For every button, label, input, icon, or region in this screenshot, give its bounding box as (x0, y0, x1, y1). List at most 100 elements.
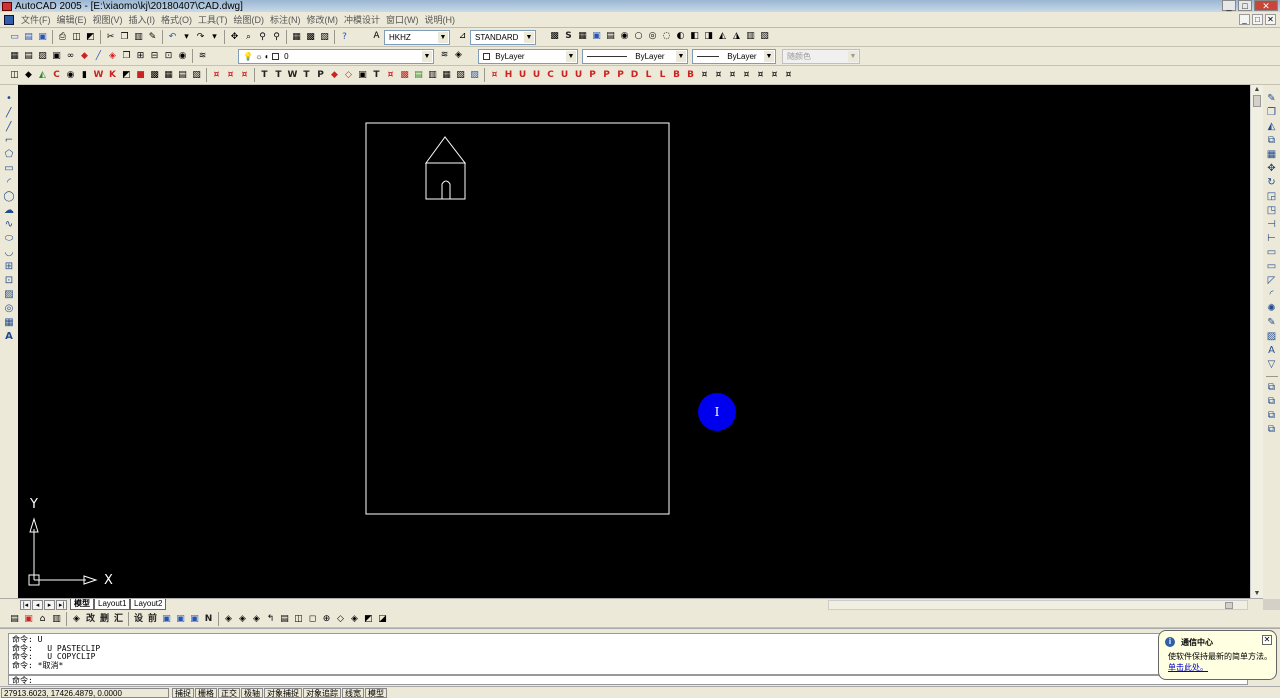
chevron-down-icon[interactable]: ▼ (764, 51, 774, 62)
express-tool-14-icon[interactable]: ◮ (730, 30, 743, 43)
redo-icon[interactable]: ↷ (194, 31, 207, 44)
custom-tool-10-icon[interactable]: ■ (134, 69, 147, 82)
match-properties-icon[interactable]: ✎ (146, 31, 159, 44)
express-tool-15-icon[interactable]: ▥ (744, 30, 757, 43)
new-file-icon[interactable]: ▭ (8, 31, 21, 44)
custom-tool-31-icon[interactable]: ▦ (440, 69, 453, 82)
custom-tool-42-icon[interactable]: P (600, 69, 613, 82)
make-current-layer-icon[interactable]: ≋ (438, 49, 451, 62)
custom-tool-2-icon[interactable]: ◆ (22, 69, 35, 82)
vertical-scroll-thumb[interactable] (1253, 95, 1261, 107)
color-combo[interactable]: ByLayer ▼ (478, 49, 578, 64)
snap-tool-18-icon[interactable]: ↰ (264, 613, 277, 626)
break-icon[interactable]: ▭ (1266, 261, 1278, 273)
construction-line-icon[interactable]: ╱ (3, 121, 15, 133)
express-tool-8-icon[interactable]: ◎ (646, 30, 659, 43)
tab-layout2[interactable]: Layout2 (130, 599, 167, 610)
notification-link[interactable]: 单击此处。 (1168, 662, 1208, 673)
chevron-down-icon[interactable]: ▼ (676, 51, 686, 62)
doc-minimize-button[interactable]: _ (1239, 14, 1250, 25)
zoom-window-icon[interactable]: ⚲ (256, 31, 269, 44)
menu-insert[interactable]: 插入(I) (126, 13, 159, 26)
dimension-style-icon[interactable]: ⊿ (456, 30, 469, 43)
design-center-icon[interactable]: ▩ (304, 31, 317, 44)
custom-tool-13-icon[interactable]: ▤ (176, 69, 189, 82)
polar-toggle[interactable]: 极轴 (241, 688, 263, 698)
custom-tool-28-icon[interactable]: ▩ (398, 69, 411, 82)
prev-tab-icon[interactable]: ◂ (32, 600, 43, 610)
redo-dropdown-icon[interactable]: ▾ (208, 31, 221, 44)
fillet-icon[interactable]: ◜ (1266, 289, 1278, 301)
menu-format[interactable]: 格式(O) (158, 13, 195, 26)
next-tab-icon[interactable]: ▸ (44, 600, 55, 610)
send-back-icon[interactable]: ⧉ (1266, 410, 1278, 422)
lineweight-combo[interactable]: ByLayer ▼ (692, 49, 776, 64)
custom-tool-44-icon[interactable]: D (628, 69, 641, 82)
properties-icon[interactable]: ▦ (290, 31, 303, 44)
scroll-up-icon[interactable]: ▲ (1252, 85, 1262, 94)
menu-dimension[interactable]: 标注(N) (267, 13, 304, 26)
menu-window[interactable]: 窗口(W) (383, 13, 422, 26)
spline-icon[interactable]: ∿ (3, 219, 15, 231)
explode-icon[interactable]: ✺ (1266, 303, 1278, 315)
multiline-text-icon[interactable]: A (3, 331, 15, 343)
custom-tool-51-icon[interactable]: ¤ (726, 69, 739, 82)
layer-previous-icon[interactable]: ◈ (452, 49, 465, 62)
snap-tool-25-icon[interactable]: ◩ (362, 613, 375, 626)
line-tool-icon[interactable]: ╱ (92, 50, 105, 63)
copy-icon[interactable]: ❐ (118, 31, 131, 44)
custom-tool-36-icon[interactable]: U (516, 69, 529, 82)
custom-tool-52-icon[interactable]: ¤ (740, 69, 753, 82)
custom-tool-35-icon[interactable]: H (502, 69, 515, 82)
close-icon[interactable]: ✕ (1262, 635, 1272, 645)
custom-tool-46-icon[interactable]: L (656, 69, 669, 82)
express-tool-12-icon[interactable]: ◨ (702, 30, 715, 43)
help-icon[interactable]: ? (338, 31, 351, 44)
draw-order-icon[interactable]: ⧉ (1266, 382, 1278, 394)
doc-close-button[interactable]: ✕ (1265, 14, 1276, 25)
ellipse-arc-icon[interactable]: ◡ (3, 247, 15, 259)
text-style-combo[interactable]: HKHZ ▼ (384, 30, 450, 45)
snap-tool-19-icon[interactable]: ▤ (278, 613, 291, 626)
snap-tool-15-icon[interactable]: ◈ (222, 613, 235, 626)
doc-restore-button[interactable]: □ (1252, 14, 1263, 25)
rectangle-icon[interactable]: ▭ (3, 163, 15, 175)
command-input[interactable]: 命令: (8, 675, 1248, 685)
point-icon[interactable]: • (3, 93, 15, 105)
snap-tool-21-icon[interactable]: ◻ (306, 613, 319, 626)
snap-tool-2-icon[interactable]: ▣ (22, 613, 35, 626)
print-preview-icon[interactable]: ◫ (70, 31, 83, 44)
express-tool-5-icon[interactable]: ▤ (604, 30, 617, 43)
custom-tool-50-icon[interactable]: ¤ (712, 69, 725, 82)
line-icon[interactable]: ╱ (3, 107, 15, 119)
snap-tool-20-icon[interactable]: ◫ (292, 613, 305, 626)
scroll-down-icon[interactable]: ▼ (1252, 589, 1262, 598)
custom-tool-45-icon[interactable]: L (642, 69, 655, 82)
custom-tool-11-icon[interactable]: ▩ (148, 69, 161, 82)
chamfer-icon[interactable]: ◸ (1266, 275, 1278, 287)
stretch-icon[interactable]: ◳ (1266, 205, 1278, 217)
custom-tool-38-icon[interactable]: C (544, 69, 557, 82)
custom-tool-20-icon[interactable]: W (286, 69, 299, 82)
measure-tool-icon[interactable]: ⊟ (148, 50, 161, 63)
horizontal-scrollbar[interactable] (828, 600, 1248, 610)
first-tab-icon[interactable]: |◂ (20, 600, 31, 610)
custom-tool-41-icon[interactable]: P (586, 69, 599, 82)
minimize-button[interactable]: _ (1222, 0, 1236, 11)
express-tool-10-icon[interactable]: ◐ (674, 30, 687, 43)
edit-text-icon[interactable]: A (1266, 345, 1278, 357)
last-tab-icon[interactable]: ▸| (56, 600, 67, 610)
custom-tool-37-icon[interactable]: U (530, 69, 543, 82)
snap-tool-16-icon[interactable]: ◈ (236, 613, 249, 626)
menu-die-design[interactable]: 冲模设计 (341, 13, 383, 26)
custom-tool-55-icon[interactable]: ¤ (782, 69, 795, 82)
bring-front-icon[interactable]: ⧉ (1266, 396, 1278, 408)
insert-tool-icon[interactable]: ⊡ (162, 50, 175, 63)
snap-toggle[interactable]: 捕捉 (172, 688, 194, 698)
custom-tool-16-icon[interactable]: ¤ (224, 69, 237, 82)
snap-tool-6-icon[interactable]: 改 (84, 613, 97, 626)
custom-tool-43-icon[interactable]: P (614, 69, 627, 82)
custom-tool-47-icon[interactable]: B (670, 69, 683, 82)
snap-tool-8-icon[interactable]: 汇 (112, 613, 125, 626)
custom-tool-23-icon[interactable]: ◆ (328, 69, 341, 82)
